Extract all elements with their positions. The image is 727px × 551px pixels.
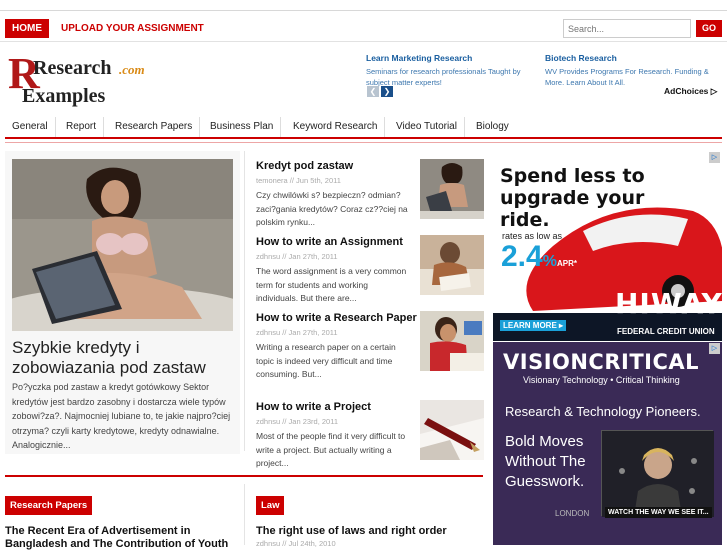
ad-rate-suffix: % (542, 253, 557, 270)
featured-excerpt: Po?yczka pod zastaw a kredyt gotówkowy S… (12, 382, 231, 450)
adchoices-link[interactable]: AdChoices ▷ (664, 86, 717, 97)
ad-brand: HIWAY (615, 287, 722, 320)
ad-learn-more-button[interactable]: LEARN MORE ▸ (500, 320, 567, 331)
search-go-button[interactable]: GO (696, 20, 722, 37)
top-bar: HOME UPLOAD YOUR ASSIGNMENT GO (0, 17, 727, 41)
category-button-research-papers[interactable]: Research Papers (5, 496, 93, 515)
ad-headline: Spend less to upgrade your ride. (500, 165, 645, 231)
ad-info-icon[interactable]: ▷ (709, 152, 720, 163)
post-excerpt: Writing a research paper on a certain to… (256, 342, 396, 379)
nav-item-keyword-research[interactable]: Keyword Research (286, 117, 386, 137)
header-ad-2[interactable]: Biotech Research WV Provides Programs Fo… (545, 53, 720, 88)
post-excerpt: Czy chwilówki s? bezpieczn? odmian? zaci… (256, 190, 408, 227)
nav-item-video-tutorial[interactable]: Video Tutorial (389, 117, 465, 137)
ad-vision-video[interactable] (601, 430, 714, 517)
post-item: How to write a Research Paper zdhnsu // … (256, 311, 484, 382)
logo-suffix: .com (119, 62, 145, 77)
nav-item-general[interactable]: General (5, 117, 56, 137)
header-ad-desc: WV Provides Programs For Research. Fundi… (545, 67, 709, 87)
next-arrow-icon[interactable]: ❯ (381, 86, 393, 97)
nav-item-report[interactable]: Report (59, 117, 105, 137)
header-ad-title[interactable]: Biotech Research (545, 53, 720, 64)
divider (0, 41, 727, 42)
nav-item-business-plan[interactable]: Business Plan (203, 117, 282, 137)
home-button[interactable]: HOME (5, 19, 49, 38)
main-nav: General Report Research Papers Business … (5, 117, 722, 139)
prev-arrow-icon[interactable]: ❮ (367, 86, 379, 97)
top-border (0, 10, 727, 11)
bottom-post-meta: zdhnsu // Jul 24th, 2010 (256, 539, 336, 548)
bottom-post-title[interactable]: The Recent Era of Advertisement in Bangl… (5, 525, 235, 551)
nav-item-biology[interactable]: Biology (469, 117, 516, 137)
ad-vision-tagline: Visionary Technology • Critical Thinking (523, 375, 680, 385)
post-thumbnail[interactable] (420, 400, 484, 460)
adchoices-icon: ▷ (710, 86, 718, 96)
ad-rate-value: 2.4%APR* (501, 241, 577, 280)
search-input[interactable] (563, 19, 691, 38)
ad-vision-headline: Research & Technology Pioneers. (505, 404, 701, 419)
ad-rate-number: 2.4 (501, 240, 543, 273)
post-excerpt: The word assignment is a very common ter… (256, 266, 407, 303)
divider (5, 142, 722, 143)
post-item: How to write a Project zdhnsu // Jan 23r… (256, 400, 484, 471)
post-thumbnail[interactable] (420, 311, 484, 371)
header-ad-desc: Seminars for research professionals Taug… (366, 67, 521, 87)
sidebar-ad-hiway[interactable]: Spend less to upgrade your ride. rates a… (493, 151, 722, 341)
post-thumbnail[interactable] (420, 159, 484, 219)
header-ad-1[interactable]: Learn Marketing Research Seminars for re… (366, 53, 536, 88)
ad-vision-cta-button[interactable]: WATCH THE WAY WE SEE IT... (605, 507, 712, 518)
column-divider (244, 151, 245, 451)
ad-info-icon[interactable]: ▷ (709, 343, 720, 354)
header-ad-title[interactable]: Learn Marketing Research (366, 53, 536, 64)
featured-image[interactable] (12, 159, 233, 331)
ad-vision-brand: VISIONCRITICAL (503, 350, 700, 374)
section-divider (5, 475, 483, 477)
featured-post: Szybkie kredyty i zobowiazania pod zasta… (5, 151, 240, 454)
post-excerpt: Most of the people find it very difficul… (256, 431, 406, 468)
adchoices-label: AdChoices (664, 86, 709, 96)
bottom-post-title[interactable]: The right use of laws and right order (256, 525, 484, 538)
upload-assignment-link[interactable]: UPLOAD YOUR ASSIGNMENT (61, 19, 204, 38)
column-divider (244, 484, 245, 545)
post-item: How to write an Assignment zdhnsu // Jan… (256, 235, 484, 306)
post-thumbnail[interactable] (420, 235, 484, 295)
category-button-law[interactable]: Law (256, 496, 285, 515)
sidebar-ad-visioncritical[interactable]: VISIONCRITICAL Visionary Technology • Cr… (493, 342, 722, 545)
ad-vision-city: LONDON (555, 509, 590, 518)
site-logo[interactable]: R Research .com Examples (8, 52, 158, 120)
logo-line2: Examples (22, 85, 106, 107)
ad-vision-bold-moves: Bold Moves Without The Guesswork. (505, 433, 586, 490)
logo-line1: Research (33, 57, 112, 79)
post-item: Kredyt pod zastaw temonera // Jun 5th, 2… (256, 159, 484, 230)
ad-brand-sub: FEDERAL CREDIT UNION (617, 327, 715, 336)
featured-title[interactable]: Szybkie kredyty i zobowiazania pod zasta… (12, 338, 237, 378)
ad-apr-label: APR* (556, 259, 577, 268)
nav-item-research-papers[interactable]: Research Papers (108, 117, 201, 137)
